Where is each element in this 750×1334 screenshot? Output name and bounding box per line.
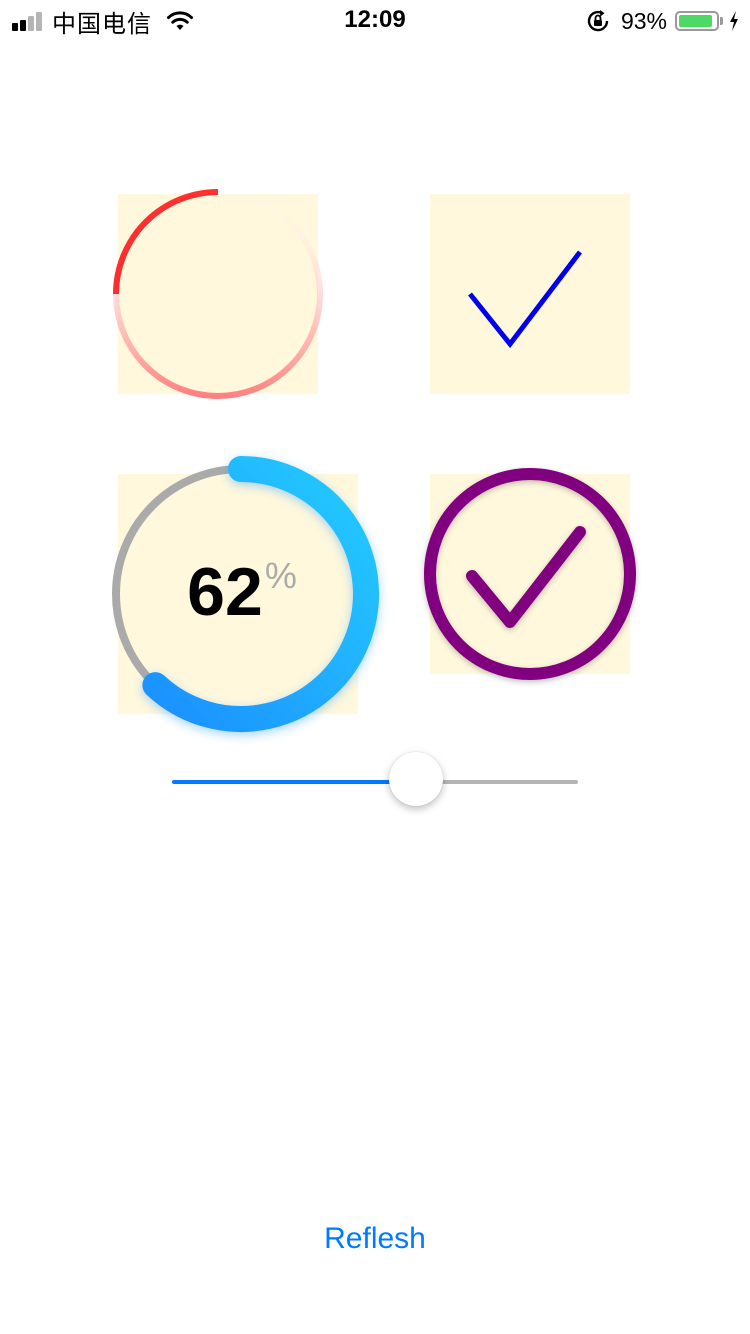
progress-unit: % [264,555,297,596]
slider-thumb[interactable] [388,752,443,806]
slider-track-filled[interactable] [172,780,416,784]
app-screen: 中国电信 12:09 93% 62 % Reflesh [0,0,750,1334]
checkmark-icon [468,250,582,349]
gradient-ring-arc [113,189,219,295]
progress-slider[interactable] [172,752,578,806]
progress-label: 62 % [112,462,372,722]
progress-value: 62 [187,554,263,630]
circle-check-ring [424,468,636,680]
refresh-button[interactable]: Reflesh [0,1222,750,1256]
circle-check-icon [466,526,586,628]
